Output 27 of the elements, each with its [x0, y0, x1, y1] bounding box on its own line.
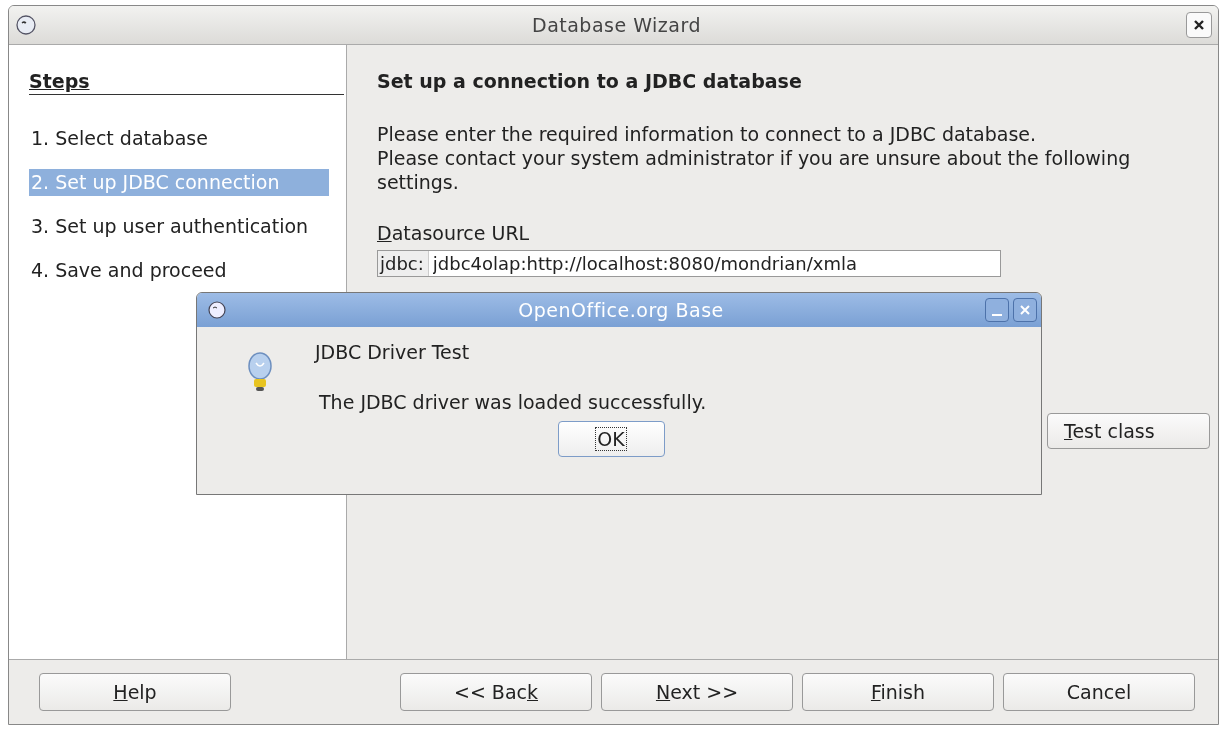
dialog-message: The JDBC driver was loaded successfully. [319, 391, 707, 413]
step-item[interactable]: 1. Select database [29, 125, 329, 152]
dialog-title: OpenOffice.org Base [517, 299, 725, 321]
page-title: Set up a connection to a JDBC database [377, 70, 803, 92]
app-icon [207, 300, 227, 320]
wizard-button[interactable]: Next >> [601, 673, 793, 711]
close-icon [1020, 305, 1030, 315]
step-item[interactable]: 3. Set up user authentication [29, 213, 329, 240]
app-icon [15, 14, 37, 36]
close-button[interactable] [1186, 12, 1212, 38]
wizard-button[interactable]: << Back [400, 673, 592, 711]
url-field[interactable]: jdbc: jdbc4olap:http://localhost:8080/mondrian/xmla [377, 250, 1001, 277]
wizard-button[interactable]: Cancel [1003, 673, 1195, 711]
wizard-button[interactable]: Help [39, 673, 231, 711]
window-title: Database Wizard [531, 14, 702, 36]
step-item[interactable]: 4. Save and proceed [29, 257, 329, 284]
url-prefix: jdbc: [378, 251, 429, 276]
wizard-button[interactable]: Finish [802, 673, 994, 711]
test-class-button[interactable]: Test class [1047, 413, 1210, 449]
steps-heading: Steps [29, 70, 344, 95]
minimize-icon [992, 314, 1002, 316]
minimize-button[interactable] [985, 298, 1009, 322]
close-icon [1193, 19, 1205, 31]
intro-text: Please enter the required information to connect to a JDBC database. Please contact your system administrator if you are unsure about the following settings. [377, 122, 1132, 194]
ok-button[interactable]: OK [557, 421, 665, 457]
field-label: Datasource URL [377, 222, 531, 244]
dialog-heading: JDBC Driver Test [315, 341, 471, 363]
